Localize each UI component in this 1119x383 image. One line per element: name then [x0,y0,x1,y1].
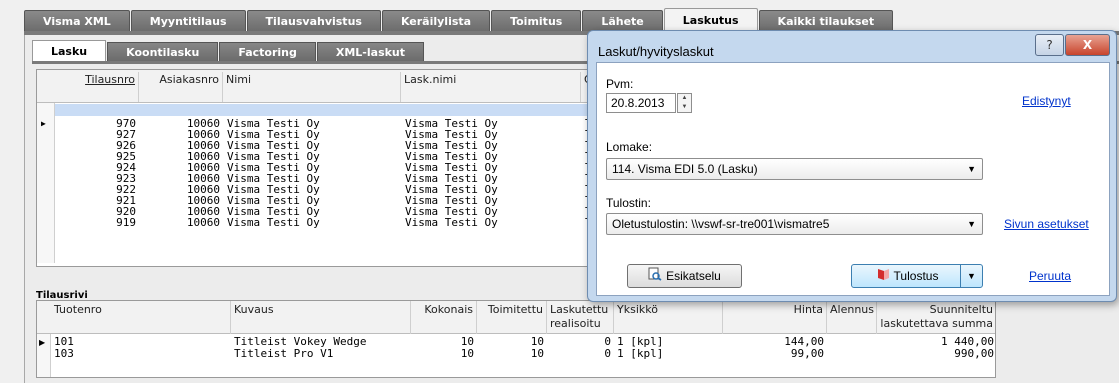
dialog-title: Laskut/hyvityslaskut [598,44,714,59]
advanced-link[interactable]: Edistynyt [1022,94,1071,108]
col-laskutettu[interactable]: Laskutettu realisoitu [547,301,614,334]
sub-tab-bar: Lasku Koontilasku Factoring XML-laskut [32,40,425,62]
spin-up-icon[interactable]: ▲ [678,94,691,103]
cell-laskutettu: 0 [604,336,611,348]
cell-yksikko: 1 [kpl] [617,348,664,360]
invoice-grid[interactable]: Tilausnro Asiakasnro Nimi Lask.nimi O ▶ … [36,69,656,267]
tab-tilausvahvistus[interactable]: Tilausvahvistus [246,10,381,32]
chevron-down-icon: ▼ [967,219,976,229]
cell-kokonais: 10 [460,348,474,360]
preview-button-label: Esikatselu [666,269,721,283]
tab-myyntitilaus[interactable]: Myyntitilaus [130,10,246,32]
help-button[interactable]: ? [1035,34,1064,56]
col-lask-nimi[interactable]: Lask.nimi [401,72,581,102]
cell-toimitettu: 10 [530,336,544,348]
date-field[interactable]: 20.8.2013 [606,93,676,113]
table-row[interactable]: 91910060Visma Testi OyVisma Testi OyT [37,216,655,229]
col-kokonais[interactable]: Kokonais [411,301,477,334]
cell-yksikko: 1 [kpl] [617,336,664,348]
print-button[interactable]: Tulostus ▼ [851,264,983,288]
dialog-body: Pvm: 20.8.2013 ▲ ▼ Edistynyt Lomake: 114… [596,62,1110,296]
tab-kaikki-tilaukset[interactable]: Kaikki tilaukset [758,10,894,32]
subtab-xml-laskut[interactable]: XML-laskut [316,42,425,62]
tab-laskutus[interactable]: Laskutus [663,8,758,32]
print-icon [876,266,890,288]
col-tilausnro[interactable]: Tilausnro [55,72,139,102]
printer-select-value: Oletustulostin: \\vswf-sr-tre001\vismatr… [612,217,830,231]
chevron-down-icon: ▼ [967,164,976,174]
cell-suunniteltu: 1 440,00 [941,336,994,348]
print-button-main[interactable]: Tulostus [852,265,962,288]
date-spinner[interactable]: ▲ ▼ [677,93,692,113]
col-asiakasnro[interactable]: Asiakasnro [139,72,223,102]
cell-hinta: 99,00 [790,348,824,360]
table-row[interactable]: 101 Titleist Vokey Wedge 10 10 0 1 [kpl] 144,0… [37,336,995,348]
cell-hinta: 144,00 [784,336,824,348]
order-lines-header: Tuotenro Kuvaus Kokonais Toimitettu Lask… [37,301,995,334]
cell-kuvaus: Titleist Pro V1 [234,348,334,360]
print-button-label: Tulostus [893,269,939,283]
preview-icon [648,266,662,288]
col-yksikko[interactable]: Yksikkö [614,301,723,334]
close-button[interactable]: X [1065,34,1110,56]
form-label: Lomake: [606,140,653,154]
subtab-koontilasku[interactable]: Koontilasku [107,42,219,62]
cell-tuotenro: 101 [54,336,74,348]
top-tab-bar: Visma XML Myyntitilaus Tilausvahvistus K… [24,8,894,32]
col-toimitettu[interactable]: Toimitettu [477,301,547,334]
cell-lask-nimi: Visma Testi Oy [405,216,498,229]
grid-header: Tilausnro Asiakasnro Nimi Lask.nimi O [37,70,655,103]
cell-asiakasnro: 10060 [186,216,220,229]
col-nimi[interactable]: Nimi [223,72,401,102]
col-alennus[interactable]: Alennus [827,301,877,334]
printer-label: Tulostin: [606,196,651,210]
print-options-chevron-icon[interactable]: ▼ [960,265,982,287]
cell-kokonais: 10 [460,336,474,348]
col-kuvaus[interactable]: Kuvaus [231,301,411,334]
cell-suunniteltu: 990,00 [954,348,994,360]
cell-toimitettu: 10 [530,348,544,360]
spin-down-icon[interactable]: ▼ [678,103,691,112]
subtab-lasku[interactable]: Lasku [32,40,107,62]
table-row[interactable]: 103 Titleist Pro V1 10 10 0 1 [kpl] 99,00 990,0… [37,348,995,360]
invoice-dialog: Laskut/hyvityslaskut ? X Pvm: 20.8.2013 … [587,30,1117,302]
tab-visma-xml[interactable]: Visma XML [24,10,130,32]
cancel-link[interactable]: Peruuta [1029,269,1071,283]
cell-tilausnro: 919 [116,216,136,229]
cell-tuotenro: 103 [54,348,74,360]
tab-lahete[interactable]: Lähete [582,10,663,32]
cell-nimi: Visma Testi Oy [227,216,320,229]
cell-kuvaus: Titleist Vokey Wedge [234,336,367,348]
form-select[interactable]: 114. Visma EDI 5.0 (Lasku) ▼ [606,158,983,180]
new-row-selection[interactable] [55,104,655,116]
preview-button[interactable]: Esikatselu [627,264,742,288]
printer-select[interactable]: Oletustulostin: \\vswf-sr-tre001\vismatr… [606,213,983,235]
col-suunniteltu[interactable]: Suunniteltu laskutettava summa [877,301,995,334]
order-lines-grid[interactable]: Tuotenro Kuvaus Kokonais Toimitettu Lask… [36,300,996,378]
date-label: Pvm: [606,77,634,91]
form-select-value: 114. Visma EDI 5.0 (Lasku) [612,162,758,176]
page-setup-link[interactable]: Sivun asetukset [1004,217,1089,231]
tab-kerailylista[interactable]: Keräilylista [381,10,491,32]
subtab-factoring[interactable]: Factoring [219,42,316,62]
cell-laskutettu: 0 [604,348,611,360]
col-hinta[interactable]: Hinta [723,301,827,334]
tab-toimitus[interactable]: Toimitus [491,10,582,32]
col-tuotenro[interactable]: Tuotenro [51,301,231,334]
